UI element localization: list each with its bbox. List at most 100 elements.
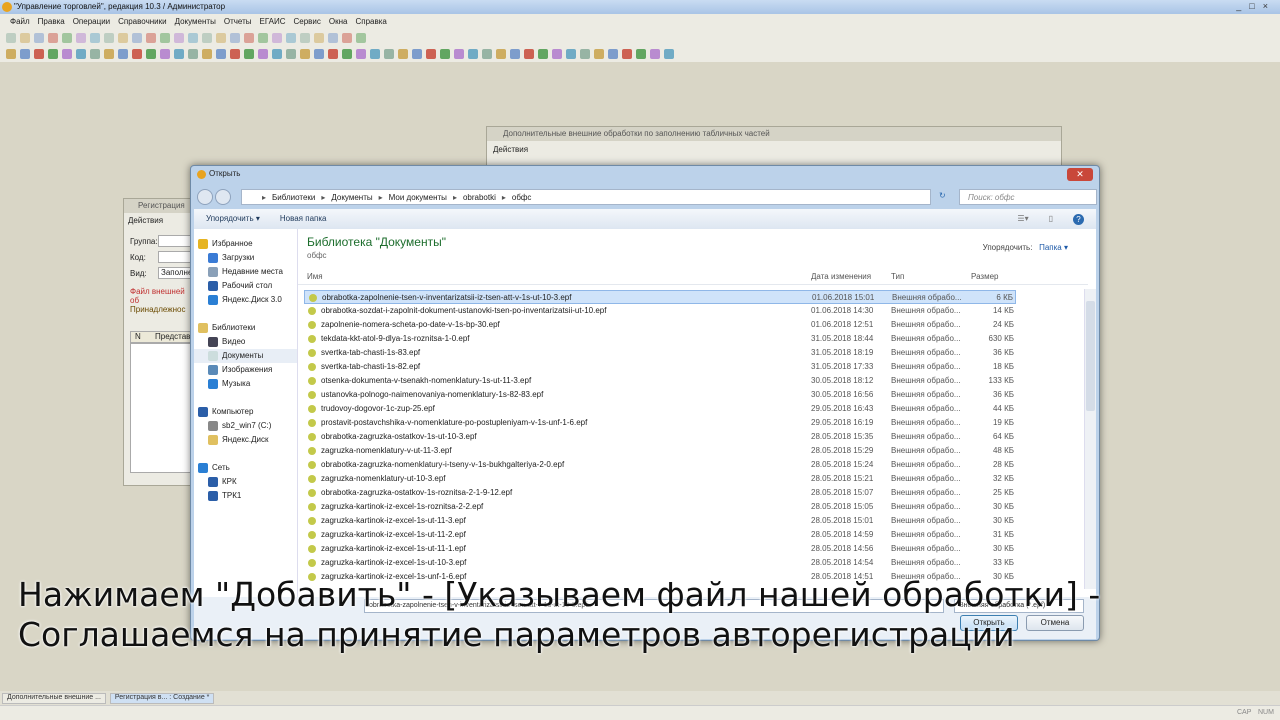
file-row[interactable]: trudovoy-dogovor-1c-zup-25.epf 29.05.2018… bbox=[304, 402, 1016, 416]
table-body[interactable] bbox=[130, 343, 196, 473]
toolbar-button-icon[interactable] bbox=[6, 49, 16, 59]
toolbar-button-icon[interactable] bbox=[174, 49, 184, 59]
toolbar-button-icon[interactable] bbox=[160, 33, 170, 43]
toolbar-button-icon[interactable] bbox=[258, 49, 268, 59]
file-row[interactable]: svertka-tab-chasti-1s-83.epf 31.05.2018 1… bbox=[304, 346, 1016, 360]
toolbar-button-icon[interactable] bbox=[482, 49, 492, 59]
nav-item[interactable]: Библиотеки bbox=[194, 321, 297, 335]
nav-item[interactable]: Изображения bbox=[194, 363, 297, 377]
nav-item[interactable]: Избранное bbox=[194, 237, 297, 251]
column-date[interactable]: Дата изменения bbox=[811, 272, 871, 281]
toolbar-button-icon[interactable] bbox=[580, 49, 590, 59]
nav-item[interactable]: Видео bbox=[194, 335, 297, 349]
file-row[interactable]: obrabotka-zagruzka-ostatkov-1s-roznitsa-… bbox=[304, 486, 1016, 500]
menu-item[interactable]: Отчеты bbox=[224, 17, 252, 27]
toolbar-button-icon[interactable] bbox=[174, 33, 184, 43]
actions-menu[interactable]: Действия bbox=[124, 213, 194, 228]
toolbar-button-icon[interactable] bbox=[328, 33, 338, 43]
toolbar-button-icon[interactable] bbox=[118, 49, 128, 59]
toolbar-button-icon[interactable] bbox=[454, 49, 464, 59]
toolbar-button-icon[interactable] bbox=[90, 33, 100, 43]
nav-item[interactable]: Компьютер bbox=[194, 405, 297, 419]
toolbar-button-icon[interactable] bbox=[594, 49, 604, 59]
menu-item[interactable]: Справка bbox=[356, 17, 387, 27]
toolbar-button-icon[interactable] bbox=[286, 49, 296, 59]
toolbar-button-icon[interactable] bbox=[244, 33, 254, 43]
file-row[interactable]: zagruzka-nomenklatury-v-ut-11-3.epf 28.05… bbox=[304, 444, 1016, 458]
file-row[interactable]: ustanovka-polnogo-naimenovaniya-nomenkla… bbox=[304, 388, 1016, 402]
search-input[interactable]: Поиск: обфс bbox=[959, 189, 1097, 205]
breadcrumb-item[interactable]: Библиотеки bbox=[272, 193, 315, 202]
preview-pane-icon[interactable]: ▯ bbox=[1049, 214, 1053, 224]
close-button[interactable]: ✕ bbox=[1067, 168, 1093, 181]
toolbar-button-icon[interactable] bbox=[48, 33, 58, 43]
toolbar-button-icon[interactable] bbox=[160, 49, 170, 59]
nav-item[interactable]: КРК bbox=[194, 475, 297, 489]
forward-button[interactable] bbox=[215, 189, 231, 205]
toolbar-button-icon[interactable] bbox=[314, 49, 324, 59]
arrange-value[interactable]: Папка ▾ bbox=[1039, 243, 1068, 252]
menu-item[interactable]: Сервис bbox=[294, 17, 321, 27]
toolbar-button-icon[interactable] bbox=[20, 33, 30, 43]
file-row[interactable]: otsenka-dokumenta-v-tsenakh-nomenklatury… bbox=[304, 374, 1016, 388]
nav-item[interactable]: Музыка bbox=[194, 377, 297, 391]
file-row[interactable]: obrabotka-zagruzka-ostatkov-1s-ut-10-3.e… bbox=[304, 430, 1016, 444]
toolbar-button-icon[interactable] bbox=[314, 33, 324, 43]
toolbar-button-icon[interactable] bbox=[496, 49, 506, 59]
toolbar-button-icon[interactable] bbox=[300, 33, 310, 43]
toolbar-button-icon[interactable] bbox=[426, 49, 436, 59]
nav-item[interactable]: Документы bbox=[194, 349, 297, 363]
toolbar-button-icon[interactable] bbox=[118, 33, 128, 43]
toolbar-button-icon[interactable] bbox=[132, 33, 142, 43]
nav-item[interactable]: Недавние места bbox=[194, 265, 297, 279]
nav-item[interactable]: ТРК1 bbox=[194, 489, 297, 503]
toolbar-button-icon[interactable] bbox=[104, 33, 114, 43]
nav-item[interactable]: sb2_win7 (C:) bbox=[194, 419, 297, 433]
refresh-icon[interactable]: ↻ bbox=[939, 191, 946, 200]
help-icon[interactable]: ? bbox=[1073, 214, 1084, 225]
file-row[interactable]: zagruzka-kartinok-iz-excel-1s-ut-11-3.ep… bbox=[304, 514, 1016, 528]
nav-item[interactable]: Яндекс.Диск 3.0 bbox=[194, 293, 297, 307]
breadcrumb-item[interactable]: Документы bbox=[331, 193, 372, 202]
toolbar-button-icon[interactable] bbox=[356, 49, 366, 59]
scroll-thumb[interactable] bbox=[1086, 301, 1095, 411]
file-row[interactable]: zagruzka-kartinok-iz-excel-1s-ut-11-1.ep… bbox=[304, 542, 1016, 556]
toolbar-button-icon[interactable] bbox=[552, 49, 562, 59]
arrange-by[interactable]: Упорядочить: Папка ▾ bbox=[983, 243, 1068, 252]
toolbar-button-icon[interactable] bbox=[566, 49, 576, 59]
toolbar-button-icon[interactable] bbox=[104, 49, 114, 59]
toolbar-button-icon[interactable] bbox=[6, 33, 16, 43]
taskbar-window-button[interactable]: Регистрация в... : Создание * bbox=[109, 693, 215, 704]
toolbar-button-icon[interactable] bbox=[216, 49, 226, 59]
toolbar-button-icon[interactable] bbox=[622, 49, 632, 59]
toolbar-button-icon[interactable] bbox=[272, 49, 282, 59]
toolbar-button-icon[interactable] bbox=[132, 49, 142, 59]
nav-item[interactable]: Загрузки bbox=[194, 251, 297, 265]
toolbar-button-icon[interactable] bbox=[48, 49, 58, 59]
toolbar-button-icon[interactable] bbox=[356, 33, 366, 43]
toolbar-button-icon[interactable] bbox=[62, 33, 72, 43]
taskbar-window-button[interactable]: Дополнительные внешние ... bbox=[2, 693, 106, 704]
file-row[interactable]: zagruzka-kartinok-iz-excel-1s-ut-10-3.ep… bbox=[304, 556, 1016, 570]
nav-item[interactable]: Рабочий стол bbox=[194, 279, 297, 293]
toolbar-button-icon[interactable] bbox=[188, 33, 198, 43]
menu-item[interactable]: ЕГАИС bbox=[260, 17, 286, 27]
toolbar-button-icon[interactable] bbox=[244, 49, 254, 59]
toolbar-button-icon[interactable] bbox=[342, 33, 352, 43]
toolbar-button-icon[interactable] bbox=[146, 33, 156, 43]
file-row[interactable]: obrabotka-sozdat-i-zapolnit-dokument-ust… bbox=[304, 304, 1016, 318]
toolbar-button-icon[interactable] bbox=[398, 49, 408, 59]
nav-item[interactable]: Яндекс.Диск bbox=[194, 433, 297, 447]
file-row[interactable]: svertka-tab-chasti-1s-82.epf 31.05.2018 1… bbox=[304, 360, 1016, 374]
toolbar-button-icon[interactable] bbox=[300, 49, 310, 59]
toolbar-button-icon[interactable] bbox=[216, 33, 226, 43]
file-row[interactable]: zagruzka-nomenklatury-ut-10-3.epf 28.05.2… bbox=[304, 472, 1016, 486]
toolbar-button-icon[interactable] bbox=[468, 49, 478, 59]
breadcrumb-item[interactable]: обфс bbox=[512, 193, 532, 202]
toolbar-button-icon[interactable] bbox=[146, 49, 156, 59]
toolbar-button-icon[interactable] bbox=[440, 49, 450, 59]
nav-item[interactable]: Сеть bbox=[194, 461, 297, 475]
toolbar-button-icon[interactable] bbox=[34, 33, 44, 43]
menu-item[interactable]: Правка bbox=[38, 17, 65, 27]
back-button[interactable] bbox=[197, 189, 213, 205]
